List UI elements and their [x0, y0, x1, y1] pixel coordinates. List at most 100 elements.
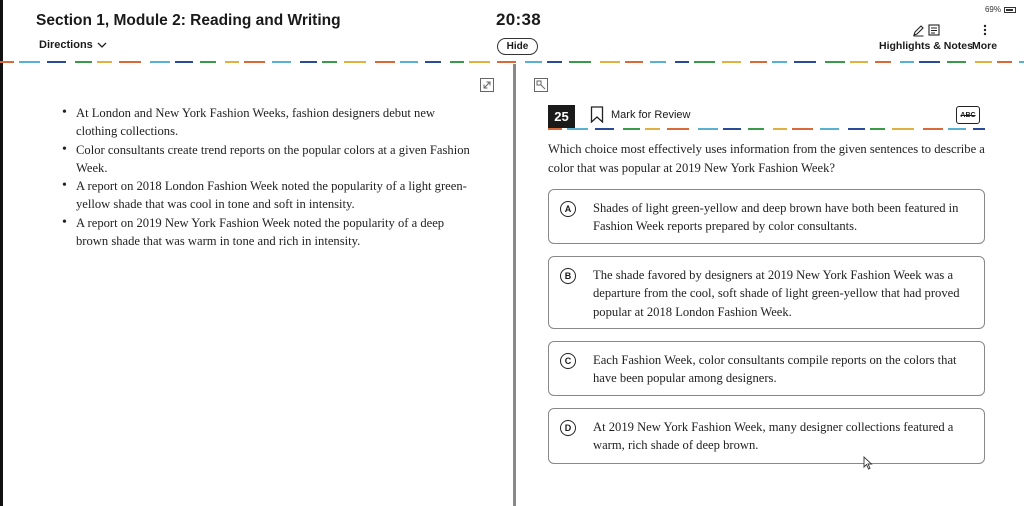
choice-letter: A — [560, 201, 576, 217]
abc-strikethrough-icon: ABC — [960, 111, 976, 119]
status-bar: 69% — [985, 5, 1016, 14]
header-divider-dashes — [0, 61, 1024, 63]
divider-dash — [919, 61, 940, 63]
divider-dash — [667, 128, 689, 130]
expand-passage-icon[interactable] — [480, 78, 494, 92]
divider-dash — [997, 61, 1012, 63]
divider-dash — [548, 128, 562, 130]
divider-dash — [820, 128, 839, 130]
choice-text: Shades of light green-yellow and deep br… — [593, 201, 959, 234]
divider-dash — [119, 61, 141, 63]
choice-letter: B — [560, 268, 576, 284]
divider-dash — [150, 61, 170, 63]
divider-dash — [794, 61, 816, 63]
divider-dash — [723, 128, 741, 130]
answer-choice-c[interactable]: C Each Fashion Week, color consultants c… — [548, 341, 985, 396]
highlights-notes-button[interactable]: Highlights & Notes — [879, 22, 973, 52]
divider-dash — [400, 61, 418, 63]
pen-icon — [913, 24, 924, 37]
choice-text: Each Fashion Week, color consultants com… — [593, 353, 957, 386]
divider-dash — [450, 61, 464, 63]
divider-dash — [525, 61, 542, 63]
hide-timer-button[interactable]: Hide — [497, 38, 538, 55]
expand-question-icon[interactable] — [534, 78, 548, 92]
divider-dash — [600, 61, 620, 63]
divider-dash — [547, 61, 562, 63]
divider-dash — [0, 61, 14, 63]
question-number: 25 — [548, 105, 575, 128]
mark-for-review-button[interactable]: Mark for Review — [590, 106, 690, 123]
divider-dash — [850, 61, 868, 63]
choice-text: At 2019 New York Fashion Week, many desi… — [593, 420, 954, 453]
choice-text: The shade favored by designers at 2019 N… — [593, 268, 960, 319]
divider-dash — [750, 61, 767, 63]
divider-dash — [567, 128, 588, 130]
divider-dash — [923, 128, 943, 130]
mark-for-review-label: Mark for Review — [611, 108, 691, 121]
answer-choice-a[interactable]: A Shades of light green-yellow and deep … — [548, 189, 985, 244]
divider-dash — [773, 128, 787, 130]
divider-dash — [848, 128, 865, 130]
directions-button[interactable]: Directions — [39, 39, 107, 51]
divider-dash — [948, 128, 966, 130]
divider-dash — [225, 61, 239, 63]
answer-choice-d[interactable]: D At 2019 New York Fashion Week, many de… — [548, 408, 985, 464]
divider-dash — [469, 61, 490, 63]
pane-divider[interactable] — [513, 64, 516, 506]
passage-bullet: A report on 2019 New York Fashion Week n… — [60, 214, 470, 251]
divider-dash — [425, 61, 441, 63]
section-title: Section 1, Module 2: Reading and Writing — [36, 12, 341, 29]
divider-dash — [698, 128, 718, 130]
divider-dash — [175, 61, 193, 63]
top-bar: Section 1, Module 2: Reading and Writing… — [0, 0, 1024, 62]
divider-dash — [722, 61, 741, 63]
directions-label: Directions — [39, 39, 93, 51]
divider-dash — [75, 61, 92, 63]
divider-dash — [875, 61, 891, 63]
chevron-down-icon — [97, 42, 107, 48]
divider-dash — [375, 61, 395, 63]
divider-dash — [973, 128, 985, 130]
question-prompt: Which choice most effectively uses infor… — [548, 142, 985, 175]
divider-dash — [772, 61, 787, 63]
divider-dash — [300, 61, 317, 63]
divider-dash — [569, 61, 591, 63]
divider-dash — [322, 61, 337, 63]
more-button[interactable]: More — [972, 22, 997, 52]
divider-dash — [272, 61, 291, 63]
divider-dash — [892, 128, 914, 130]
question-divider-dashes — [548, 128, 985, 130]
passage: At London and New York Fashion Weeks, fa… — [60, 104, 470, 250]
divider-dash — [1019, 61, 1024, 63]
divider-dash — [675, 61, 689, 63]
divider-dash — [595, 128, 614, 130]
divider-dash — [825, 61, 845, 63]
battery-percent: 69% — [984, 5, 1001, 14]
divider-dash — [47, 61, 66, 63]
divider-dash — [19, 61, 40, 63]
divider-dash — [748, 128, 764, 130]
window-left-edge — [0, 0, 3, 506]
more-label: More — [972, 40, 998, 52]
divider-dash — [244, 61, 265, 63]
more-vertical-icon — [983, 24, 986, 36]
divider-dash — [623, 128, 640, 130]
mouse-pointer-icon — [863, 456, 873, 470]
bookmark-icon — [590, 106, 604, 123]
divider-dash — [645, 128, 660, 130]
note-icon — [928, 24, 940, 36]
divider-dash — [650, 61, 666, 63]
divider-dash — [900, 61, 914, 63]
divider-dash — [97, 61, 112, 63]
choice-letter: D — [560, 420, 576, 436]
answer-choice-b[interactable]: B The shade favored by designers at 2019… — [548, 256, 985, 329]
choice-letter: C — [560, 353, 576, 369]
passage-bullet: At London and New York Fashion Weeks, fa… — [60, 104, 470, 141]
highlights-notes-label: Highlights & Notes — [879, 40, 973, 52]
divider-dash — [497, 61, 516, 63]
battery-icon — [1004, 6, 1016, 13]
passage-bullet: A report on 2018 London Fashion Week not… — [60, 177, 470, 214]
divider-dash — [792, 128, 813, 130]
answer-eliminator-button[interactable]: ABC — [956, 106, 980, 124]
divider-dash — [975, 61, 992, 63]
